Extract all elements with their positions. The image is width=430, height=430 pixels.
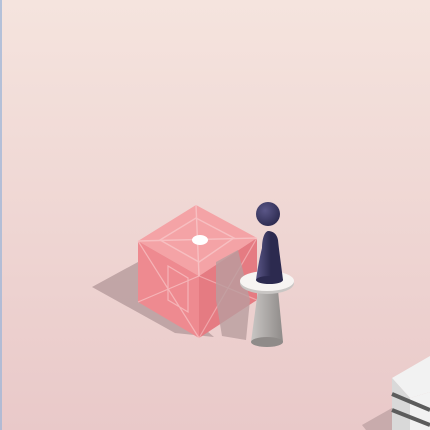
game-scene[interactable]: [0, 0, 430, 430]
pedestal-stand-base: [251, 337, 283, 347]
landing-target-dot: [192, 235, 208, 245]
player-head: [256, 202, 280, 226]
game-canvas[interactable]: [0, 0, 430, 430]
background: [0, 0, 430, 430]
player-body-base: [256, 276, 283, 284]
